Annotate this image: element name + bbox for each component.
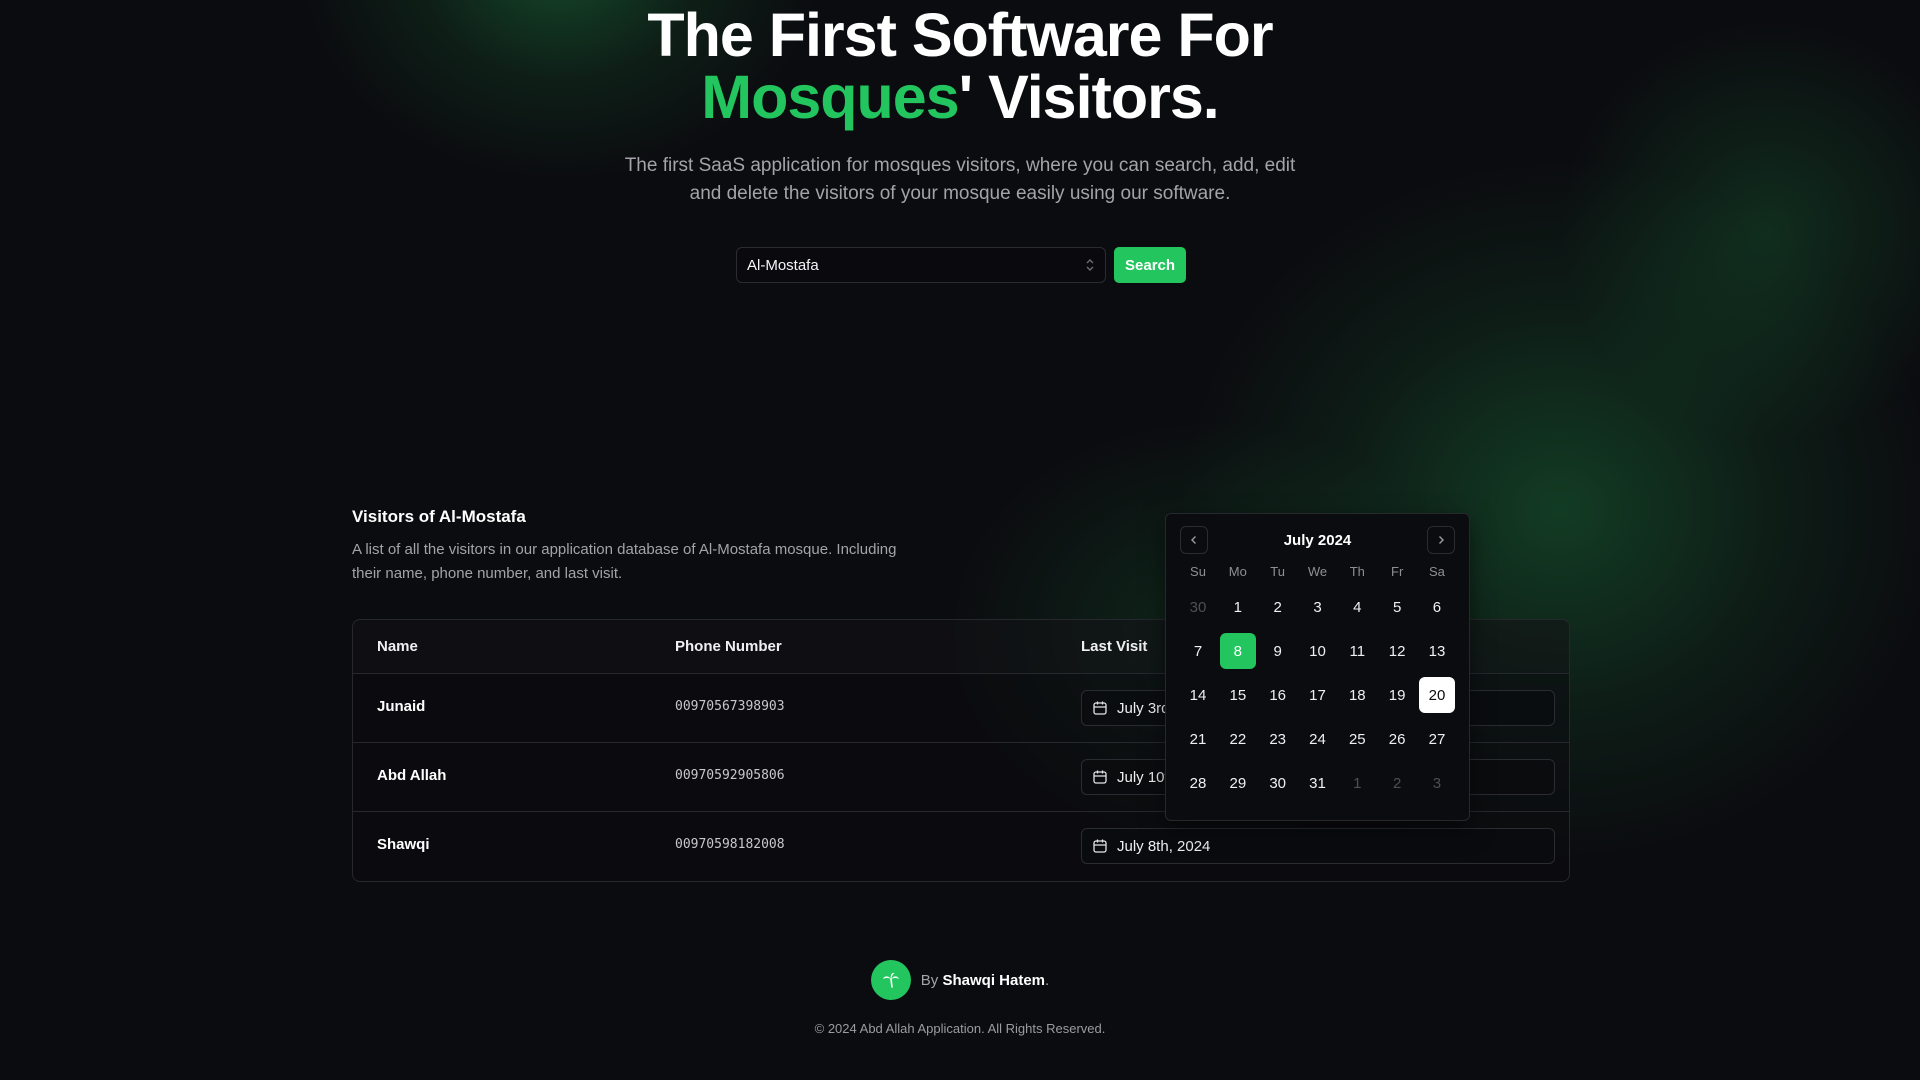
calendar-header: July 2024	[1180, 526, 1455, 554]
calendar-icon	[1093, 701, 1107, 715]
footer-credit: By Shawqi Hatem.	[0, 960, 1920, 1000]
calendar-day[interactable]: 27	[1419, 721, 1455, 757]
section-title: Visitors of Al-Mostafa	[352, 507, 526, 526]
calendar-day[interactable]: 12	[1379, 633, 1415, 669]
weekday-label: Tu	[1270, 564, 1285, 579]
calendar-day[interactable]: 14	[1180, 677, 1216, 713]
calendar-day[interactable]: 16	[1260, 677, 1296, 713]
visitor-name: Shawqi	[377, 836, 430, 853]
palm-tree-icon	[870, 960, 911, 1000]
chevron-right-icon	[1439, 536, 1444, 544]
calendar-day[interactable]: 3	[1299, 589, 1335, 625]
calendar-day[interactable]: 30	[1260, 765, 1296, 801]
weekday-row: Su Mo Tu We Th Fr Sa	[1180, 564, 1455, 579]
calendar-caption: July 2024	[1283, 531, 1352, 549]
chevron-up-down-icon	[1085, 257, 1095, 273]
calendar-day[interactable]: 28	[1180, 765, 1216, 801]
footer-by-suffix: .	[1045, 971, 1050, 989]
visitor-name: Abd Allah	[377, 767, 447, 784]
calendar-day[interactable]: 6	[1419, 589, 1455, 625]
hero-title-line1: The First Software For	[647, 1, 1273, 69]
mosque-select[interactable]: Al-Mostafa	[736, 247, 1106, 283]
calendar-day[interactable]: 7	[1180, 633, 1216, 669]
calendar-day[interactable]: 18	[1339, 677, 1375, 713]
search-row: Al-Mostafa Search	[736, 247, 1187, 283]
author-link[interactable]: Shawqi Hatem	[942, 972, 1045, 989]
mosque-select-value: Al-Mostafa	[747, 256, 819, 274]
column-header-name: Name	[377, 638, 418, 655]
calendar-day[interactable]: 24	[1299, 721, 1335, 757]
section-description: A list of all the visitors in our applic…	[352, 541, 897, 582]
weekday-label: Mo	[1228, 564, 1247, 579]
copyright: © 2024 Abd Allah Application. All Rights…	[814, 1021, 1106, 1036]
calendar-day[interactable]: 1	[1220, 589, 1256, 625]
weekday-label: Fr	[1391, 564, 1404, 579]
next-month-button[interactable]	[1427, 526, 1455, 554]
calendar-day[interactable]: 29	[1220, 765, 1256, 801]
weekday-label: Su	[1190, 564, 1206, 579]
hero-title: The First Software For Mosques' Visitors…	[0, 4, 1920, 128]
calendar-day[interactable]: 30	[1180, 589, 1216, 625]
column-header-phone: Phone Number	[675, 638, 782, 655]
last-visit-date: July 8th, 2024	[1117, 837, 1211, 855]
hero-subtitle: The first SaaS application for mosques v…	[624, 155, 1296, 204]
weekday-label: Sa	[1429, 564, 1445, 579]
calendar-day[interactable]: 15	[1220, 677, 1256, 713]
calendar-day[interactable]: 26	[1379, 721, 1415, 757]
calendar-day-today[interactable]: 20	[1418, 677, 1455, 713]
chevron-left-icon	[1191, 536, 1196, 544]
calendar-day[interactable]: 31	[1299, 765, 1335, 801]
calendar-day[interactable]: 22	[1220, 721, 1256, 757]
date-picker-popover: July 2024 Su Mo Tu We Th Fr Sa 30 1 2 3 …	[1165, 513, 1470, 821]
search-button[interactable]: Search	[1114, 247, 1187, 283]
calendar-day[interactable]: 13	[1419, 633, 1455, 669]
calendar-day[interactable]: 5	[1379, 589, 1415, 625]
visitor-name: Junaid	[377, 698, 426, 715]
calendar-day[interactable]: 23	[1260, 721, 1296, 757]
calendar-day[interactable]: 11	[1339, 633, 1375, 669]
calendar-day[interactable]: 21	[1180, 721, 1216, 757]
hero-title-line2: ' Visitors.	[958, 63, 1220, 131]
calendar-day[interactable]: 19	[1379, 677, 1415, 713]
calendar-day[interactable]: 25	[1339, 721, 1375, 757]
calendar-day-selected[interactable]: 8	[1219, 633, 1256, 669]
calendar-day[interactable]: 3	[1419, 765, 1455, 801]
footer-by-prefix: By	[920, 971, 939, 989]
calendar-day[interactable]: 2	[1260, 589, 1296, 625]
calendar-day[interactable]: 1	[1339, 765, 1375, 801]
weekday-label: We	[1307, 564, 1328, 579]
column-header-last-visit: Last Visit	[1081, 638, 1148, 655]
previous-month-button[interactable]	[1180, 526, 1208, 554]
calendar-day[interactable]: 17	[1299, 677, 1335, 713]
weekday-label: Th	[1349, 564, 1365, 579]
last-visit-date-picker[interactable]: July 8th, 2024	[1081, 828, 1555, 864]
visitor-phone: 00970567398903	[675, 699, 785, 714]
hero-title-accent: Mosques	[701, 63, 959, 131]
calendar-day[interactable]: 10	[1299, 633, 1335, 669]
visitor-phone: 00970592905806	[675, 768, 785, 783]
calendar-day[interactable]: 2	[1379, 765, 1415, 801]
calendar-day[interactable]: 9	[1260, 633, 1296, 669]
table-row: Shawqi 00970598182008 July 8th, 2024	[353, 812, 1569, 880]
calendar-day[interactable]: 4	[1339, 589, 1375, 625]
calendar-icon	[1093, 770, 1107, 784]
calendar-icon	[1093, 839, 1107, 853]
visitor-phone: 00970598182008	[675, 837, 785, 852]
calendar-grid: 30 1 2 3 4 5 6 7 8 9 10 11 12 13 14 15 1…	[1180, 589, 1455, 801]
